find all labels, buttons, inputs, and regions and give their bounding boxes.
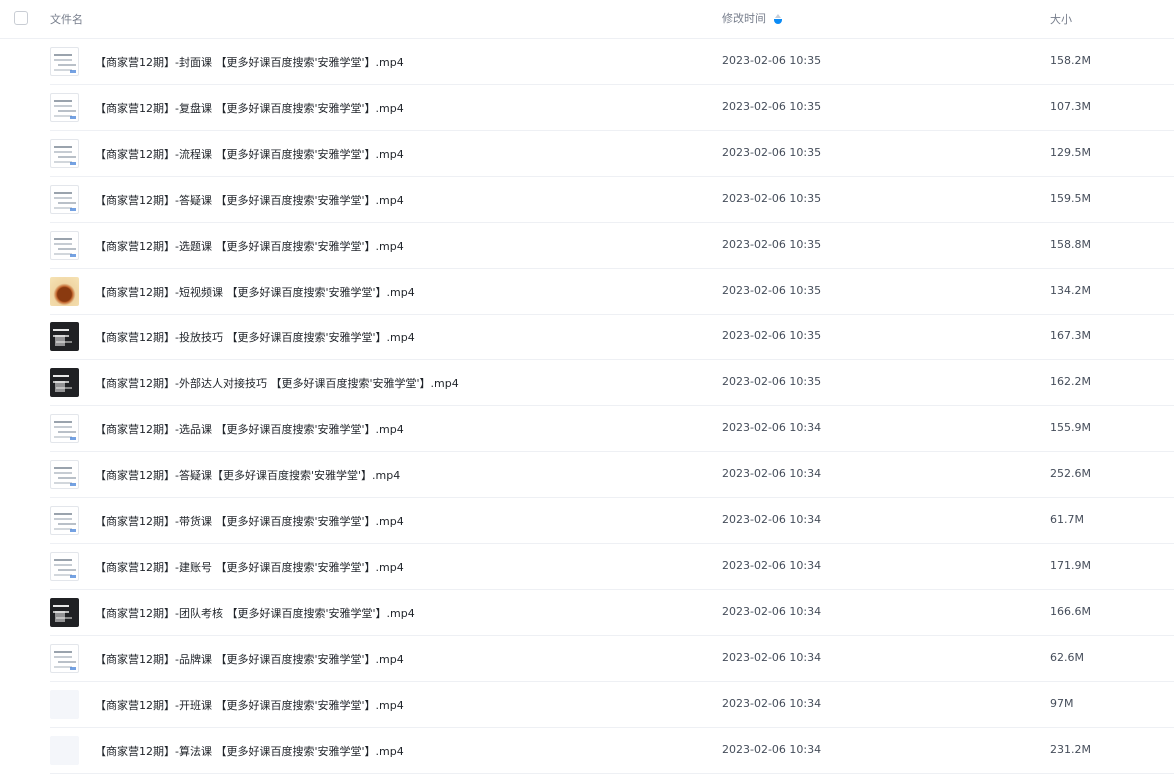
file-modified-time: 2023-02-06 10:35 (722, 145, 822, 159)
file-size: 159.5M (1050, 191, 1091, 205)
file-name[interactable]: 【商家营12期】-品牌课 【更多好课百度搜索'安雅学堂'】.mp4 (95, 651, 404, 667)
file-name[interactable]: 【商家营12期】-流程课 【更多好课百度搜索'安雅学堂'】.mp4 (95, 146, 404, 162)
file-size: 134.2M (1050, 283, 1091, 297)
video-thumbnail[interactable] (50, 138, 79, 168)
file-modified-time: 2023-02-06 10:34 (722, 467, 822, 481)
video-thumbnail[interactable] (50, 735, 79, 765)
file-modified-time: 2023-02-06 10:35 (722, 375, 822, 389)
video-thumbnail[interactable] (50, 368, 79, 398)
video-thumbnail[interactable] (50, 230, 79, 260)
file-row[interactable]: 【商家营12期】-复盘课 【更多好课百度搜索'安雅学堂'】.mp4 2023-02… (50, 85, 1174, 131)
file-size: 252.6M (1050, 467, 1091, 481)
file-row[interactable]: 【商家营12期】-答疑课【更多好课百度搜索'安雅学堂'】.mp4 2023-02-… (50, 452, 1174, 499)
video-thumbnail[interactable] (50, 506, 79, 535)
file-size: 129.5M (1050, 145, 1091, 159)
file-size: 162.2M (1050, 375, 1091, 389)
file-modified-time: 2023-02-06 10:34 (722, 421, 822, 435)
file-row[interactable]: 【商家营12期】-流程课 【更多好课百度搜索'安雅学堂'】.mp4 2023-02… (50, 131, 1174, 177)
file-size: 158.2M (1050, 54, 1091, 67)
video-thumbnail[interactable] (50, 47, 79, 76)
file-modified-time: 2023-02-06 10:34 (722, 604, 822, 618)
file-name[interactable]: 【商家营12期】-短视频课 【更多好课百度搜索'安雅学堂'】.mp4 (95, 284, 415, 300)
video-thumbnail[interactable] (50, 689, 79, 719)
file-name[interactable]: 【商家营12期】-封面课 【更多好课百度搜索'安雅学堂'】.mp4 (95, 54, 404, 70)
file-list-header: 文件名 修改时间 大小 (0, 0, 1174, 39)
video-thumbnail[interactable] (50, 276, 79, 306)
file-row[interactable]: 【商家营12期】-投放技巧 【更多好课百度搜索'安雅学堂'】.mp4 2023-0… (50, 314, 1174, 361)
file-size: 166.6M (1050, 604, 1091, 618)
sort-descending-icon[interactable] (774, 14, 782, 24)
file-name[interactable]: 【商家营12期】-带货课 【更多好课百度搜索'安雅学堂'】.mp4 (95, 513, 404, 529)
file-modified-time: 2023-02-06 10:34 (722, 650, 822, 664)
video-thumbnail[interactable] (50, 414, 79, 444)
video-thumbnail[interactable] (50, 551, 79, 581)
file-row[interactable]: 【商家营12期】-外部达人对接技巧 【更多好课百度搜索'安雅学堂'】.mp4 20… (50, 360, 1174, 407)
file-size: 107.3M (1050, 99, 1091, 113)
file-name[interactable]: 【商家营12期】-答疑课 【更多好课百度搜索'安雅学堂'】.mp4 (95, 192, 404, 208)
file-row[interactable]: 【商家营12期】-算法课 【更多好课百度搜索'安雅学堂'】.mp4 2023-02… (50, 728, 1174, 774)
file-size: 155.9M (1050, 421, 1091, 435)
column-header-time-label: 修改时间 (722, 12, 766, 25)
file-row[interactable]: 【商家营12期】-品牌课 【更多好课百度搜索'安雅学堂'】.mp4 2023-02… (50, 636, 1174, 682)
file-name[interactable]: 【商家营12期】-团队考核 【更多好课百度搜索'安雅学堂'】.mp4 (95, 605, 415, 621)
file-name[interactable]: 【商家营12期】-复盘课 【更多好课百度搜索'安雅学堂'】.mp4 (95, 100, 404, 116)
video-thumbnail[interactable] (50, 184, 79, 214)
file-name[interactable]: 【商家营12期】-开班课 【更多好课百度搜索'安雅学堂'】.mp4 (95, 697, 404, 713)
file-modified-time: 2023-02-06 10:35 (722, 54, 822, 67)
video-thumbnail[interactable] (50, 322, 79, 352)
file-modified-time: 2023-02-06 10:35 (722, 329, 822, 343)
file-row[interactable]: 【商家营12期】-团队考核 【更多好课百度搜索'安雅学堂'】.mp4 2023-0… (50, 590, 1174, 636)
file-modified-time: 2023-02-06 10:34 (722, 513, 822, 526)
file-row[interactable]: 【商家营12期】-选品课 【更多好课百度搜索'安雅学堂'】.mp4 2023-02… (50, 406, 1174, 453)
file-row[interactable]: 【商家营12期】-建账号 【更多好课百度搜索'安雅学堂'】.mp4 2023-02… (50, 544, 1174, 590)
file-size: 62.6M (1050, 650, 1084, 664)
video-thumbnail[interactable] (50, 643, 79, 673)
file-name[interactable]: 【商家营12期】-建账号 【更多好课百度搜索'安雅学堂'】.mp4 (95, 559, 404, 575)
column-header-name[interactable]: 文件名 (50, 11, 83, 27)
file-name[interactable]: 【商家营12期】-答疑课【更多好课百度搜索'安雅学堂'】.mp4 (95, 467, 400, 483)
file-name[interactable]: 【商家营12期】-选品课 【更多好课百度搜索'安雅学堂'】.mp4 (95, 421, 404, 437)
select-all-checkbox[interactable] (14, 11, 28, 25)
video-thumbnail[interactable] (50, 92, 79, 122)
file-modified-time: 2023-02-06 10:34 (722, 696, 822, 710)
file-name[interactable]: 【商家营12期】-投放技巧 【更多好课百度搜索'安雅学堂'】.mp4 (95, 329, 415, 345)
column-header-size[interactable]: 大小 (1050, 11, 1072, 27)
file-name[interactable]: 【商家营12期】-算法课 【更多好课百度搜索'安雅学堂'】.mp4 (95, 743, 404, 759)
video-thumbnail[interactable] (50, 460, 79, 490)
file-modified-time: 2023-02-06 10:35 (722, 191, 822, 205)
file-row[interactable]: 【商家营12期】-封面课 【更多好课百度搜索'安雅学堂'】.mp4 2023-02… (50, 39, 1174, 85)
file-size: 231.2M (1050, 742, 1091, 756)
column-header-time[interactable]: 修改时间 (722, 10, 782, 26)
file-modified-time: 2023-02-06 10:35 (722, 237, 822, 251)
file-modified-time: 2023-02-06 10:34 (722, 558, 822, 572)
file-modified-time: 2023-02-06 10:34 (722, 742, 822, 756)
file-size: 167.3M (1050, 329, 1091, 343)
file-row[interactable]: 【商家营12期】-答疑课 【更多好课百度搜索'安雅学堂'】.mp4 2023-02… (50, 177, 1174, 223)
file-size: 158.8M (1050, 237, 1091, 251)
file-modified-time: 2023-02-06 10:35 (722, 283, 822, 297)
file-size: 97M (1050, 696, 1074, 710)
file-size: 61.7M (1050, 513, 1084, 526)
file-modified-time: 2023-02-06 10:35 (722, 99, 822, 113)
file-row[interactable]: 【商家营12期】-带货课 【更多好课百度搜索'安雅学堂'】.mp4 2023-02… (50, 498, 1174, 544)
video-thumbnail[interactable] (50, 597, 79, 627)
file-size: 171.9M (1050, 558, 1091, 572)
file-row[interactable]: 【商家营12期】-开班课 【更多好课百度搜索'安雅学堂'】.mp4 2023-02… (50, 682, 1174, 728)
file-name[interactable]: 【商家营12期】-外部达人对接技巧 【更多好课百度搜索'安雅学堂'】.mp4 (95, 375, 459, 391)
file-name[interactable]: 【商家营12期】-选题课 【更多好课百度搜索'安雅学堂'】.mp4 (95, 238, 404, 254)
file-row[interactable]: 【商家营12期】-选题课 【更多好课百度搜索'安雅学堂'】.mp4 2023-02… (50, 223, 1174, 269)
file-row[interactable]: 【商家营12期】-短视频课 【更多好课百度搜索'安雅学堂'】.mp4 2023-0… (50, 269, 1174, 315)
